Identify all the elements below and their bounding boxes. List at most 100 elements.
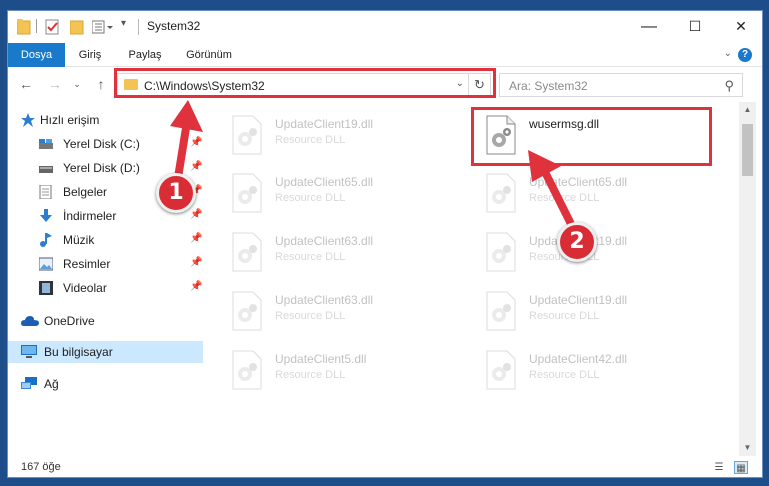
- minimize-button[interactable]: —: [626, 11, 672, 42]
- sidebar-item-pictures[interactable]: Resimler 📌: [8, 253, 203, 275]
- qa-separator: [36, 19, 37, 33]
- scroll-down-icon[interactable]: ▼: [739, 440, 756, 456]
- sidebar-item-drive-d[interactable]: Yerel Disk (D:) 📌: [8, 157, 203, 179]
- cloud-icon: [21, 316, 39, 326]
- file-type: Resource DLL: [275, 251, 346, 263]
- file-name: UpdateClient63.dll: [275, 293, 374, 307]
- dll-file-icon: [486, 291, 516, 331]
- properties-icon[interactable]: [45, 18, 61, 36]
- back-arrow-icon[interactable]: ←: [17, 75, 35, 93]
- sidebar-item-label: Ağ: [44, 377, 59, 391]
- item-count: 167 öğe: [21, 461, 61, 473]
- maximize-button[interactable]: ☐: [672, 11, 718, 42]
- file-item[interactable]: UpdateClient19.dll Resource DLL: [475, 287, 710, 339]
- file-type: Resource DLL: [529, 192, 600, 204]
- new-folder-icon[interactable]: [70, 18, 84, 36]
- folder-icon: [124, 79, 138, 90]
- sidebar-item-label: Yerel Disk (C:): [63, 137, 140, 151]
- tab-share[interactable]: Paylaş: [117, 43, 173, 67]
- dll-file-icon: [232, 173, 262, 213]
- network-icon: [21, 377, 37, 389]
- sidebar-item-label: Belgeler: [63, 185, 108, 199]
- refresh-icon[interactable]: ↻: [468, 74, 490, 96]
- file-item[interactable]: UpdateClient42.dll Resource DLL: [475, 346, 710, 398]
- recent-locations-icon[interactable]: ⌄: [68, 75, 86, 93]
- window-title: System32: [147, 19, 201, 33]
- sidebar-item-documents[interactable]: Belgeler 📌: [8, 181, 203, 203]
- sidebar-item-label: Videolar: [63, 281, 107, 295]
- pin-icon[interactable]: 📌: [190, 137, 202, 148]
- status-bar: 167 öğe ☰ ▦: [8, 457, 762, 477]
- music-icon: [40, 233, 52, 247]
- file-item[interactable]: UpdateClient63.dll Resource DLL: [221, 287, 456, 339]
- scroll-thumb[interactable]: [742, 124, 753, 176]
- expand-ribbon-icon[interactable]: ⌄: [724, 48, 732, 59]
- sidebar-item-network[interactable]: Ağ: [8, 373, 203, 395]
- file-type: Resource DLL: [529, 310, 600, 322]
- sidebar-item-music[interactable]: Müzik 📌: [8, 229, 203, 251]
- scroll-up-icon[interactable]: ▲: [739, 102, 756, 118]
- file-name: UpdateClient19.dll: [275, 117, 374, 131]
- title-separator: [138, 19, 139, 35]
- tab-view[interactable]: Görünüm: [176, 43, 242, 67]
- customize-toolbar-icon[interactable]: [92, 18, 114, 36]
- pin-icon[interactable]: 📌: [190, 209, 202, 220]
- tab-file[interactable]: Dosya: [8, 43, 65, 67]
- computer-icon: [21, 345, 37, 358]
- file-item[interactable]: UpdateClient65.dll Resource DLL: [221, 169, 456, 221]
- file-item[interactable]: UpdateClient63.dll Resource DLL: [221, 228, 456, 280]
- title-bar: ▾ System32 — ☐ ✕: [8, 11, 762, 43]
- sidebar-item-label: Hızlı erişim: [40, 113, 100, 127]
- file-item-wusermsg[interactable]: wusermsg.dll: [475, 111, 710, 163]
- file-name: UpdateClient42.dll: [529, 352, 628, 366]
- sidebar-item-downloads[interactable]: İndirmeler 📌: [8, 205, 203, 227]
- sidebar-item-this-pc[interactable]: Bu bilgisayar: [8, 341, 203, 363]
- sidebar-item-label: İndirmeler: [63, 209, 117, 223]
- file-name: UpdateClient65.dll: [275, 175, 374, 189]
- file-type: Resource DLL: [529, 369, 600, 381]
- address-bar[interactable]: C:\Windows\System32 ⌄ ↻: [117, 73, 491, 97]
- sidebar-item-quick-access[interactable]: Hızlı erişim: [8, 109, 203, 131]
- sidebar-item-label: OneDrive: [44, 314, 95, 328]
- file-type: Resource DLL: [529, 251, 600, 263]
- sidebar-item-drive-c[interactable]: Yerel Disk (C:) 📌: [8, 133, 203, 155]
- sidebar-item-videos[interactable]: Videolar 📌: [8, 277, 203, 299]
- file-item[interactable]: UpdateClient19.dll Resource DLL: [475, 228, 710, 280]
- folder-icon[interactable]: [17, 18, 31, 36]
- pin-icon[interactable]: 📌: [190, 161, 202, 172]
- details-view-icon[interactable]: ☰: [712, 461, 726, 474]
- file-item[interactable]: UpdateClient65.dll Resource DLL: [475, 169, 710, 221]
- pin-icon[interactable]: 📌: [190, 233, 202, 244]
- search-icon[interactable]: ⚲: [724, 78, 734, 94]
- file-name: UpdateClient5.dll: [275, 352, 367, 366]
- navigation-pane: Hızlı erişim Yerel Disk (C:) 📌 Yerel Dis…: [8, 105, 203, 450]
- file-item[interactable]: UpdateClient19.dll Resource DLL: [221, 111, 456, 163]
- vertical-scrollbar[interactable]: ▲ ▼: [739, 102, 756, 456]
- tab-home[interactable]: Giriş: [65, 43, 115, 67]
- dll-file-icon: [232, 350, 262, 390]
- dll-file-icon: [232, 291, 262, 331]
- up-arrow-icon[interactable]: ↑: [92, 75, 110, 93]
- file-type: Resource DLL: [275, 134, 346, 146]
- download-icon: [40, 209, 52, 222]
- drive-c-icon: [39, 139, 53, 149]
- file-item[interactable]: UpdateClient5.dll Resource DLL: [221, 346, 456, 398]
- search-placeholder: Ara: System32: [509, 79, 588, 93]
- large-icons-view-icon[interactable]: ▦: [734, 461, 748, 474]
- dll-file-icon: [486, 173, 516, 213]
- chevron-down-icon[interactable]: ⌄: [456, 78, 464, 89]
- file-name: UpdateClient19.dll: [529, 293, 628, 307]
- pin-icon[interactable]: 📌: [190, 281, 202, 292]
- file-name: UpdateClient19.dll: [529, 234, 628, 248]
- close-button[interactable]: ✕: [718, 11, 762, 42]
- forward-arrow-icon[interactable]: →: [46, 75, 64, 93]
- help-icon[interactable]: ?: [738, 48, 752, 62]
- pin-icon[interactable]: 📌: [190, 185, 202, 196]
- qa-dropdown-icon[interactable]: ▾: [121, 18, 126, 36]
- dll-file-icon: [232, 232, 262, 272]
- pin-icon[interactable]: 📌: [190, 257, 202, 268]
- search-input[interactable]: Ara: System32 ⚲: [499, 73, 743, 97]
- address-path[interactable]: C:\Windows\System32: [144, 79, 265, 93]
- sidebar-item-onedrive[interactable]: OneDrive: [8, 310, 203, 332]
- star-icon: [21, 113, 35, 127]
